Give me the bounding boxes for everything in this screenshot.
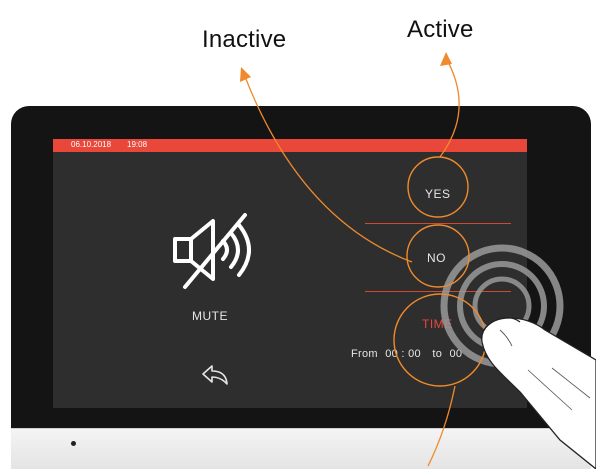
options-divider [365, 223, 511, 224]
to-label: to [432, 348, 443, 360]
mute-label: MUTE [192, 309, 228, 323]
stage: Inactive Active 06.10.2018 19:08 MUTE YE… [0, 0, 596, 469]
status-time: 19:08 [127, 140, 148, 149]
no-option-button[interactable]: NO [427, 251, 446, 265]
from-time: 00 : 00 [385, 348, 421, 360]
yes-option-button[interactable]: YES [425, 187, 451, 201]
active-callout-label: Active [407, 16, 474, 43]
status-date: 06.10.2018 [71, 140, 112, 149]
back-arrow-icon[interactable] [200, 363, 230, 387]
device-screen: 06.10.2018 19:08 MUTE YES NO TIME From 0… [53, 139, 527, 408]
options-divider [365, 291, 511, 292]
status-bar: 06.10.2018 19:08 [53, 139, 527, 152]
time-option-button[interactable]: TIME [422, 317, 453, 331]
speaker-muted-icon[interactable] [171, 211, 261, 291]
inactive-callout-label: Inactive [202, 26, 287, 53]
schedule-time-range[interactable]: From 00 : 00 to 00 [351, 348, 466, 360]
device-bottom-bezel [11, 428, 591, 469]
microphone-dot [71, 441, 76, 446]
to-time: 00 [449, 348, 463, 360]
inactive-arrowhead [240, 67, 251, 82]
from-label: From [351, 348, 378, 360]
active-arrowhead [440, 52, 452, 66]
